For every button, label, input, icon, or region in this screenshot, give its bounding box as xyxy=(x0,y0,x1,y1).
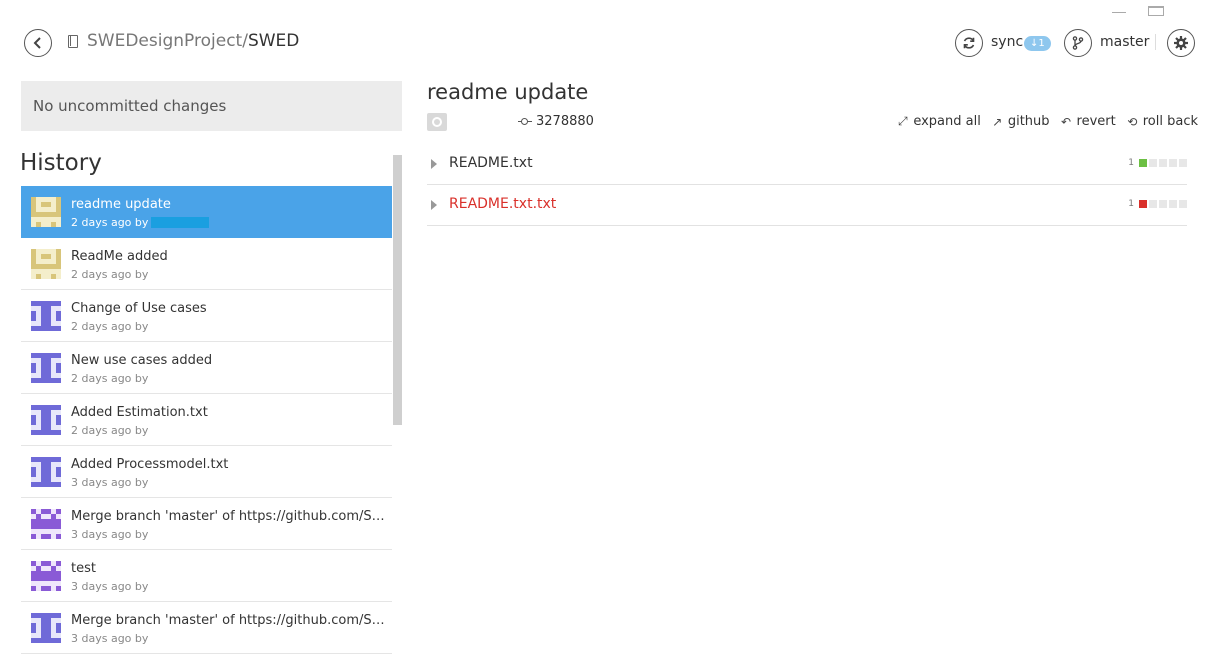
back-button[interactable] xyxy=(24,29,52,57)
commit-title-heading: readme update xyxy=(427,80,589,104)
commit-title: readme update xyxy=(71,197,171,212)
avatar-icon xyxy=(31,613,61,643)
diffstat-count: 1 xyxy=(1128,199,1134,209)
settings-button[interactable] xyxy=(1167,29,1195,57)
expand-all-label: expand all xyxy=(913,114,981,129)
sync-label[interactable]: sync xyxy=(991,34,1023,50)
repo-name[interactable]: SWED xyxy=(248,31,299,51)
roll-back-icon: ⟲ xyxy=(1127,114,1138,129)
history-item[interactable]: Merge branch 'master' of https://github.… xyxy=(21,602,392,654)
branch-icon xyxy=(1072,36,1084,50)
avatar-icon xyxy=(31,457,61,487)
diffstat-empty-block xyxy=(1179,159,1187,167)
diffstat-empty-block xyxy=(1179,200,1187,208)
commit-title: Added Processmodel.txt xyxy=(71,457,229,472)
avatar-icon xyxy=(31,561,61,591)
commit-actions: ⤢ expand all ↗ github ↶ revert ⟲ roll ba… xyxy=(896,114,1198,129)
commit-title: New use cases added xyxy=(71,353,213,368)
file-row[interactable]: README.txt 1 xyxy=(427,144,1187,185)
sync-button[interactable] xyxy=(955,29,983,57)
header: SWEDesignProject/SWED sync ↓1 master xyxy=(0,0,1216,80)
uncommitted-changes-bar[interactable]: No uncommitted changes xyxy=(21,81,402,131)
header-divider xyxy=(1155,34,1156,50)
author-avatar xyxy=(427,113,447,131)
diffstat-empty-block xyxy=(1159,159,1167,167)
history-scrollbar[interactable] xyxy=(393,155,402,425)
diffstat: 1 xyxy=(1128,158,1187,168)
history-item[interactable]: Change of Use cases 2 days ago by xyxy=(21,290,392,342)
sync-count-badge: ↓1 xyxy=(1024,36,1051,51)
history-item[interactable]: readme update 2 days ago by xyxy=(21,186,392,238)
file-name: README.txt xyxy=(449,155,533,171)
history-list: readme update 2 days ago by ReadMe added… xyxy=(21,186,392,654)
branch-label[interactable]: master xyxy=(1100,34,1149,50)
diffstat: 1 xyxy=(1128,199,1187,209)
diffstat-empty-block xyxy=(1159,200,1167,208)
changed-files-list: README.txt 1 README.txt.txt 1 xyxy=(427,144,1187,226)
history-title: History xyxy=(20,150,102,176)
chevron-left-icon xyxy=(33,37,41,49)
expand-icon: ⤢ xyxy=(898,114,908,128)
expand-triangle-icon[interactable] xyxy=(431,200,437,210)
diffstat-deleted-block xyxy=(1139,200,1147,208)
roll-back-label: roll back xyxy=(1142,114,1198,129)
diffstat-empty-block xyxy=(1169,159,1177,167)
commit-meta: 3 days ago by xyxy=(71,632,149,645)
revert-label: revert xyxy=(1076,114,1116,129)
expand-all-button[interactable]: ⤢ expand all xyxy=(896,114,981,129)
commit-meta: 2 days ago by xyxy=(71,216,210,229)
diffstat-count: 1 xyxy=(1128,158,1134,168)
commit-meta: 3 days ago by xyxy=(71,476,149,489)
avatar-icon xyxy=(31,197,61,227)
commit-title: Change of Use cases xyxy=(71,301,207,316)
commit-meta: 2 days ago by xyxy=(71,424,149,437)
sync-icon xyxy=(963,37,975,49)
commit-icon xyxy=(518,117,532,126)
branch-button[interactable] xyxy=(1064,29,1092,57)
avatar-icon xyxy=(31,405,61,435)
repo-owner[interactable]: SWEDesignProject/ xyxy=(87,31,248,51)
commit-title: Merge branch 'master' of https://github.… xyxy=(71,613,386,628)
github-button[interactable]: ↗ github xyxy=(991,114,1050,129)
sha-value: 3278880 xyxy=(536,114,594,129)
commit-title: Added Estimation.txt xyxy=(71,405,208,420)
commit-title: test xyxy=(71,561,96,576)
external-link-icon: ↗ xyxy=(992,114,1003,129)
commit-meta: 2 days ago by xyxy=(71,372,149,385)
github-label: github xyxy=(1007,114,1050,129)
file-row[interactable]: README.txt.txt 1 xyxy=(427,185,1187,226)
commit-meta: 3 days ago by xyxy=(71,528,149,541)
roll-back-button[interactable]: ⟲ roll back xyxy=(1126,114,1198,129)
commit-sha[interactable]: 3278880 xyxy=(518,114,594,129)
history-item[interactable]: ReadMe added 2 days ago by xyxy=(21,238,392,290)
commit-meta: 3 days ago by xyxy=(71,580,149,593)
avatar-icon xyxy=(31,249,61,279)
history-item[interactable]: Merge branch 'master' of https://github.… xyxy=(21,498,392,550)
history-item[interactable]: Added Estimation.txt 2 days ago by xyxy=(21,394,392,446)
diffstat-empty-block xyxy=(1169,200,1177,208)
github-octocat-icon xyxy=(432,117,442,127)
history-item[interactable]: New use cases added 2 days ago by xyxy=(21,342,392,394)
diffstat-empty-block xyxy=(1149,200,1157,208)
commit-title: Merge branch 'master' of https://github.… xyxy=(71,509,386,524)
avatar-icon xyxy=(31,353,61,383)
revert-icon: ↶ xyxy=(1061,114,1072,129)
diffstat-empty-block xyxy=(1149,159,1157,167)
commit-meta: 2 days ago by xyxy=(71,268,149,281)
gear-icon xyxy=(1174,36,1188,50)
redacted-author xyxy=(151,217,210,228)
avatar-icon xyxy=(31,509,61,539)
history-item[interactable]: Added Processmodel.txt 3 days ago by xyxy=(21,446,392,498)
commit-title: ReadMe added xyxy=(71,249,168,264)
commit-meta: 2 days ago by xyxy=(71,320,149,333)
repo-icon xyxy=(68,34,78,48)
diffstat-added-block xyxy=(1139,159,1147,167)
avatar-icon xyxy=(31,301,61,331)
expand-triangle-icon[interactable] xyxy=(431,159,437,169)
file-name: README.txt.txt xyxy=(449,196,557,212)
history-item[interactable]: test 3 days ago by xyxy=(21,550,392,602)
revert-button[interactable]: ↶ revert xyxy=(1060,114,1116,129)
repo-breadcrumb: SWEDesignProject/SWED xyxy=(68,31,299,51)
